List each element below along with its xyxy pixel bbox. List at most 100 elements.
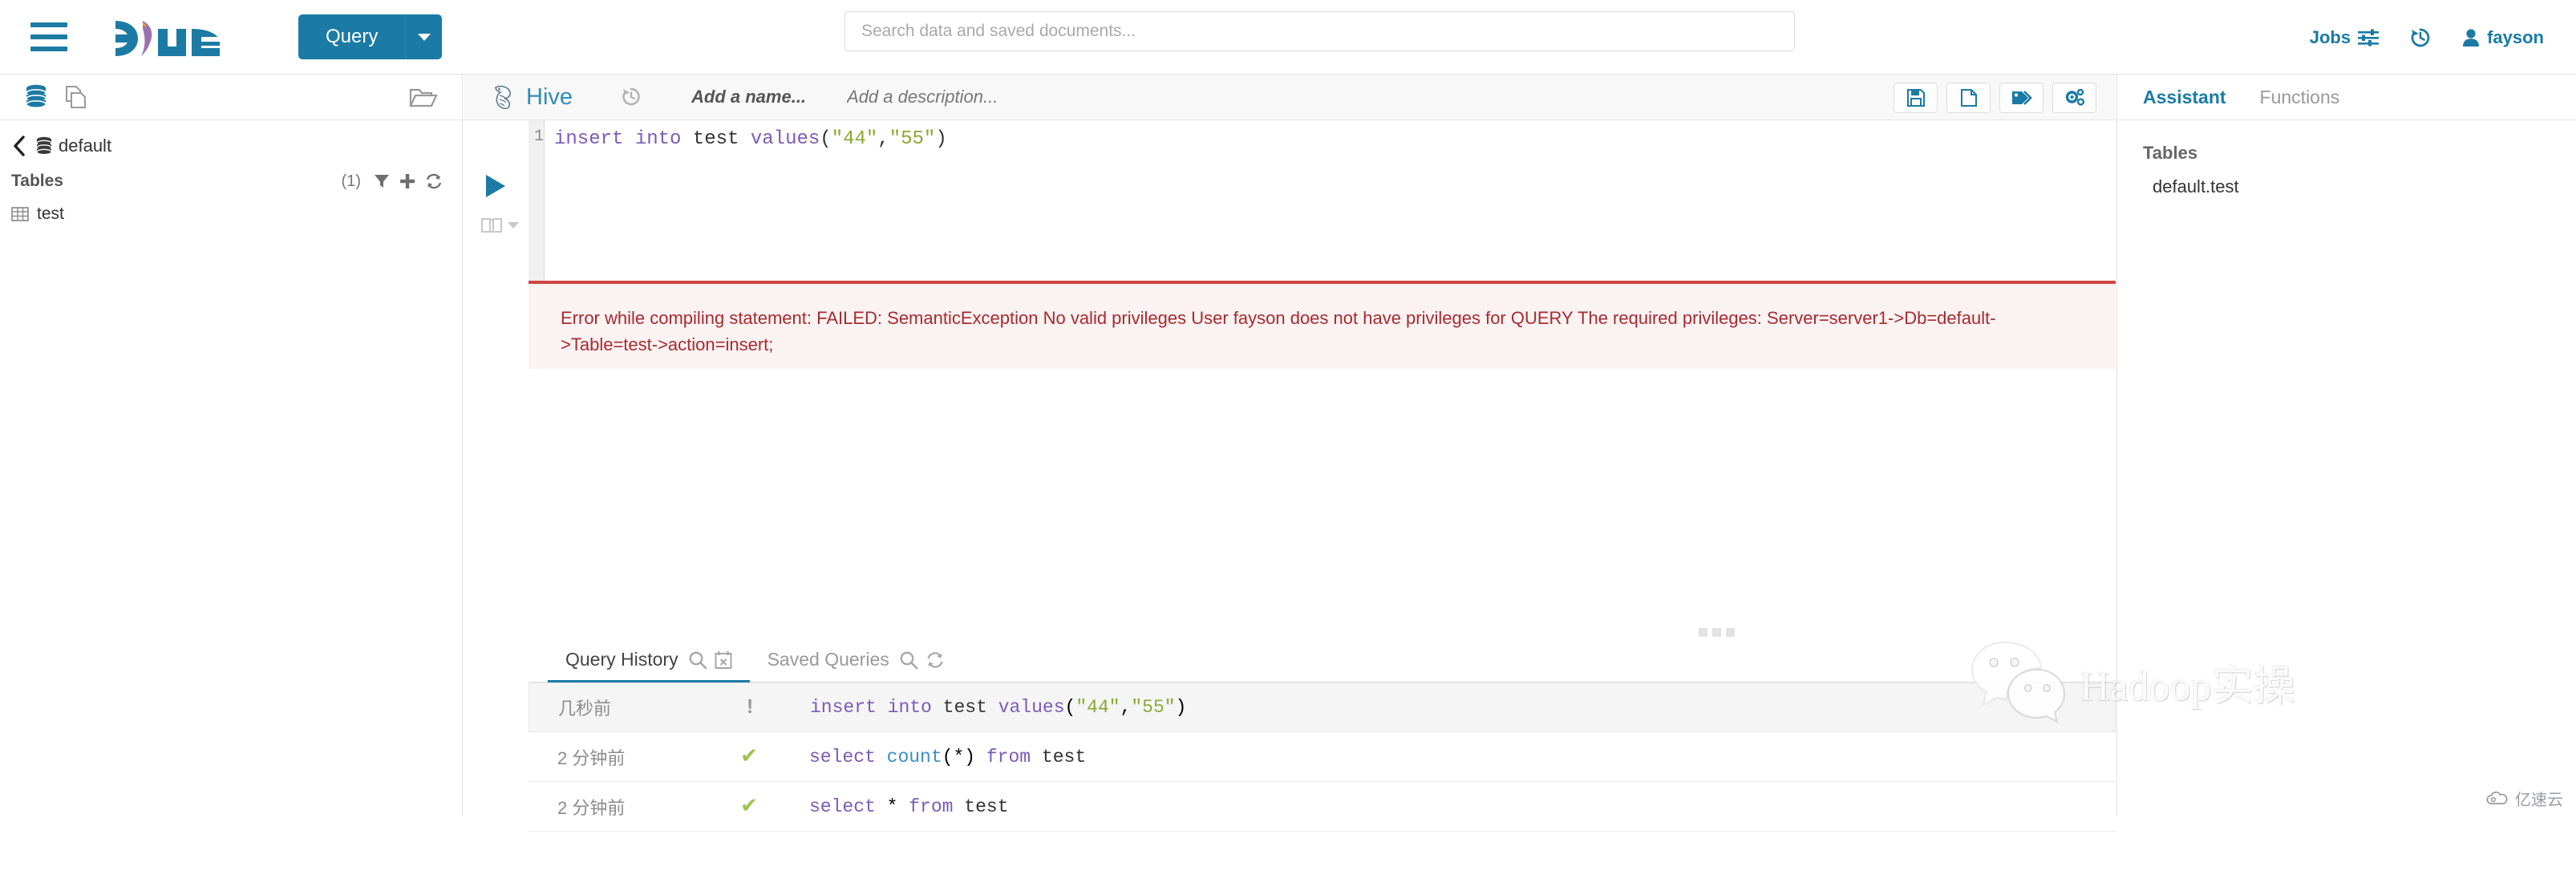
refresh-icon xyxy=(425,173,443,189)
search-icon[interactable] xyxy=(899,650,918,670)
database-source-icon[interactable] xyxy=(24,84,48,110)
tag-button[interactable] xyxy=(1999,83,2043,113)
history-query-text: insert into test values("44","55") xyxy=(810,697,2115,718)
left-panel-header xyxy=(0,75,462,120)
history-status-badge: ✔ xyxy=(689,794,809,819)
open-folder-icon[interactable] xyxy=(409,84,438,110)
revert-history-icon[interactable] xyxy=(621,87,642,107)
save-button[interactable] xyxy=(1894,83,1938,113)
right-panel-tabs: Assistant Functions xyxy=(2117,75,2576,120)
navbar-right-group: Jobs fayson xyxy=(2310,0,2544,75)
query-name-input[interactable] xyxy=(691,87,836,107)
code-editor[interactable]: 1 insert into test values("44","55") xyxy=(529,120,2116,281)
top-navbar: Query Jobs xyxy=(0,0,2576,75)
table-row[interactable]: 2 分钟前 ✔ select count(*) from test xyxy=(529,732,2116,782)
history-time: 2 分钟前 xyxy=(529,794,689,820)
username-label: fayson xyxy=(2487,27,2544,48)
table-row[interactable]: 2 分钟前 ✔ select * from test xyxy=(529,782,2116,832)
sql-token: "55" xyxy=(889,128,936,150)
error-message-text: Error while compiling statement: FAILED:… xyxy=(561,305,2084,358)
sql-token: ( xyxy=(820,128,831,150)
user-menu[interactable]: fayson xyxy=(2462,27,2544,48)
refresh-tables-icon[interactable] xyxy=(425,173,443,189)
sql-space xyxy=(623,128,634,150)
hue-logo[interactable] xyxy=(114,14,230,59)
documents-source-icon[interactable] xyxy=(64,84,88,110)
database-icon xyxy=(35,136,53,156)
breadcrumb-database[interactable]: default xyxy=(35,136,111,156)
tables-label: Tables xyxy=(11,172,63,191)
history-revert-icon xyxy=(621,87,642,107)
query-button-group[interactable]: Query xyxy=(298,14,442,59)
query-dropdown-caret-icon[interactable] xyxy=(405,14,442,59)
sql-code-content[interactable]: insert into test values("44","55") xyxy=(545,120,2116,281)
engine-selector[interactable]: Hive xyxy=(489,83,573,111)
sql-token: values xyxy=(751,128,820,150)
job-history-icon[interactable] xyxy=(2409,26,2432,49)
hamburger-bar xyxy=(30,47,67,51)
breadcrumb: default xyxy=(0,120,462,164)
editor-run-gutter xyxy=(464,120,529,281)
query-button[interactable]: Query xyxy=(298,14,405,59)
tab-query-history[interactable]: Query History xyxy=(548,649,750,682)
history-icon xyxy=(2409,26,2432,49)
error-message-box: Error while compiling statement: FAILED:… xyxy=(529,281,2116,369)
tab-saved-queries-label: Saved Queries xyxy=(768,649,889,670)
hamburger-menu-icon[interactable] xyxy=(30,22,67,51)
sql-token: "44" xyxy=(832,128,878,150)
table-row[interactable]: 几秒前 ! insert into test values("44","55") xyxy=(529,682,2116,732)
global-search-input[interactable] xyxy=(844,11,1795,51)
editor-action-buttons xyxy=(1894,83,2096,113)
search-icon[interactable] xyxy=(688,650,707,670)
run-query-button[interactable] xyxy=(486,175,505,197)
hamburger-bar xyxy=(30,34,67,39)
query-description-input[interactable] xyxy=(847,87,1104,107)
filter-icon[interactable] xyxy=(374,173,390,189)
chevron-down-icon xyxy=(418,34,431,41)
jobs-link[interactable]: Jobs xyxy=(2310,27,2379,48)
documents-icon xyxy=(64,84,88,110)
engine-name-label: Hive xyxy=(526,84,573,111)
sql-token: , xyxy=(877,128,889,150)
sql-space xyxy=(739,128,750,150)
save-icon xyxy=(1906,88,1926,107)
history-time: 2 分钟前 xyxy=(529,744,689,770)
hive-icon xyxy=(489,83,518,111)
sql-token: into xyxy=(635,128,682,150)
tab-saved-queries[interactable]: Saved Queries xyxy=(750,649,962,682)
settings-gears-icon xyxy=(2064,88,2085,107)
sql-space xyxy=(681,128,692,150)
history-query-text: select * from test xyxy=(809,796,2116,817)
tab-query-history-label: Query History xyxy=(565,649,678,670)
tab-functions[interactable]: Functions xyxy=(2260,87,2340,108)
variables-toggle[interactable] xyxy=(481,217,519,234)
sql-editor-area: 1 insert into test values("44","55") xyxy=(464,120,2116,281)
sql-token: insert xyxy=(554,128,623,150)
tab-assistant[interactable]: Assistant xyxy=(2143,87,2226,108)
plus-icon xyxy=(399,173,415,189)
sql-token: test xyxy=(693,128,739,150)
folder-open-icon xyxy=(409,84,438,110)
breadcrumb-db-name: default xyxy=(59,136,111,156)
calendar-clear-icon[interactable] xyxy=(715,650,732,670)
assistant-table-item[interactable]: default.test xyxy=(2117,172,2576,202)
assistant-section-title: Tables xyxy=(2117,120,2576,172)
table-list-item[interactable]: test xyxy=(0,197,462,231)
editor-panel: Hive xyxy=(464,75,2116,816)
history-query-text: select count(*) from test xyxy=(809,747,2116,767)
tables-count: (1) xyxy=(342,172,361,191)
left-assist-panel: default Tables (1) xyxy=(0,75,463,816)
add-table-icon[interactable] xyxy=(399,173,415,189)
tables-actions: (1) xyxy=(342,172,443,191)
settings-button[interactable] xyxy=(2052,83,2096,113)
new-document-button[interactable] xyxy=(1946,83,1991,113)
jobs-label: Jobs xyxy=(2310,27,2351,48)
result-tabs: Query History Saved Queries xyxy=(529,636,2116,682)
query-history-tab-icons xyxy=(688,650,732,670)
chevron-left-icon[interactable] xyxy=(11,135,27,157)
history-status-badge: ✔ xyxy=(689,744,809,769)
refresh-icon[interactable] xyxy=(925,651,945,669)
tables-section-header: Tables (1) xyxy=(0,164,462,197)
query-history-table: 几秒前 ! insert into test values("44","55")… xyxy=(529,682,2116,891)
saved-queries-tab-icons xyxy=(899,650,945,670)
